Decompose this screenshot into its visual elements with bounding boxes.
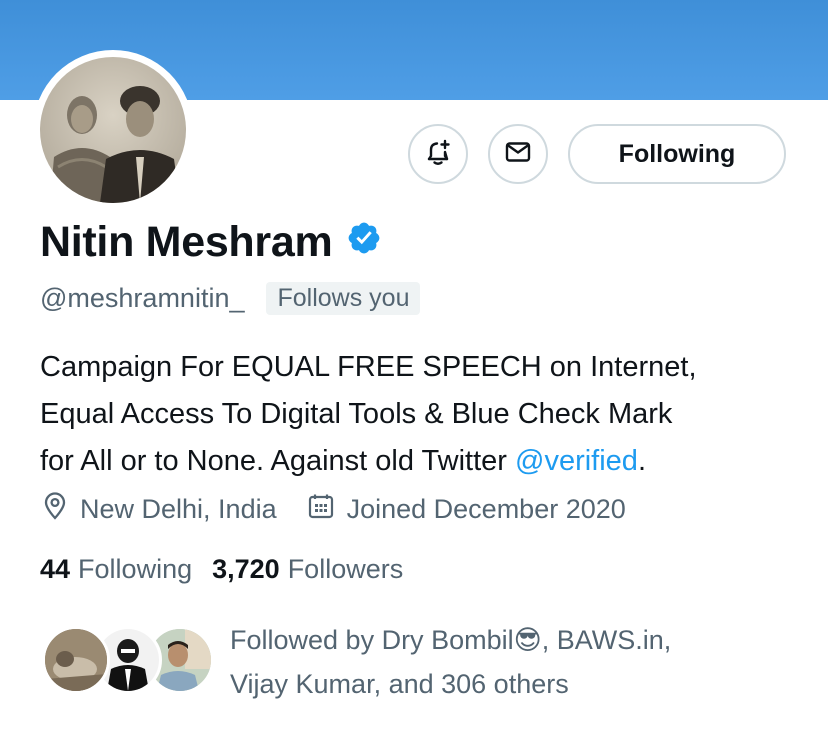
display-name: Nitin Meshram bbox=[40, 218, 333, 266]
bio-period: . bbox=[637, 445, 646, 477]
followed-by-avatars[interactable] bbox=[42, 626, 214, 696]
bio-line-2: Equal Access To Digital Tools & Blue Che… bbox=[40, 398, 673, 430]
followed-by-line-2: Vijay Kumar, and 306 others bbox=[230, 669, 569, 699]
location-text: New Delhi, India bbox=[80, 494, 277, 524]
followers-label: Followers bbox=[287, 554, 404, 584]
followed-by-line-1: Followed by Dry Bombil😎, BAWS.in, bbox=[230, 625, 672, 655]
verified-mention-link[interactable]: @verified bbox=[515, 445, 638, 477]
followers-count: 3,720 bbox=[212, 554, 280, 584]
envelope-icon bbox=[503, 137, 533, 172]
bio-line-3: for All or to None. Against old Twitter … bbox=[40, 438, 810, 485]
location-pin-icon bbox=[42, 492, 68, 527]
following-link[interactable]: 44 Following bbox=[40, 554, 192, 585]
verified-badge-icon[interactable] bbox=[346, 218, 382, 267]
bio-line-1: Campaign For EQUAL FREE SPEECH on Intern… bbox=[40, 351, 697, 383]
message-button[interactable] bbox=[488, 124, 548, 184]
follow-stats: 44 Following 3,720 Followers bbox=[40, 554, 403, 585]
username-handle: @meshramnitin_ bbox=[40, 283, 245, 313]
following-label: Following bbox=[78, 554, 193, 584]
bell-plus-icon bbox=[423, 137, 453, 172]
profile-meta: New Delhi, India Joined December 2020 bbox=[42, 492, 626, 527]
bio-text: for All or to None. Against old Twitter bbox=[40, 445, 515, 477]
followers-link[interactable]: 3,720 Followers bbox=[212, 554, 403, 585]
avatar-photo bbox=[40, 57, 186, 203]
following-count: 44 bbox=[40, 554, 71, 584]
profile-bio: Campaign For EQUAL FREE SPEECH on Intern… bbox=[40, 344, 810, 485]
follower-avatar bbox=[42, 626, 110, 694]
following-button[interactable]: Following bbox=[568, 124, 786, 184]
location-item: New Delhi, India bbox=[42, 492, 277, 527]
followed-by-text[interactable]: Followed by Dry Bombil😎, BAWS.in, Vijay … bbox=[230, 618, 790, 706]
profile-avatar[interactable] bbox=[33, 50, 193, 210]
notify-button[interactable] bbox=[408, 124, 468, 184]
handle-row: @meshramnitin_ Follows you bbox=[40, 282, 421, 315]
calendar-icon bbox=[307, 492, 335, 527]
joined-date: Joined December 2020 bbox=[346, 494, 626, 524]
display-name-row: Nitin Meshram bbox=[40, 218, 382, 267]
follows-you-badge: Follows you bbox=[266, 282, 421, 315]
joined-item: Joined December 2020 bbox=[307, 492, 626, 527]
